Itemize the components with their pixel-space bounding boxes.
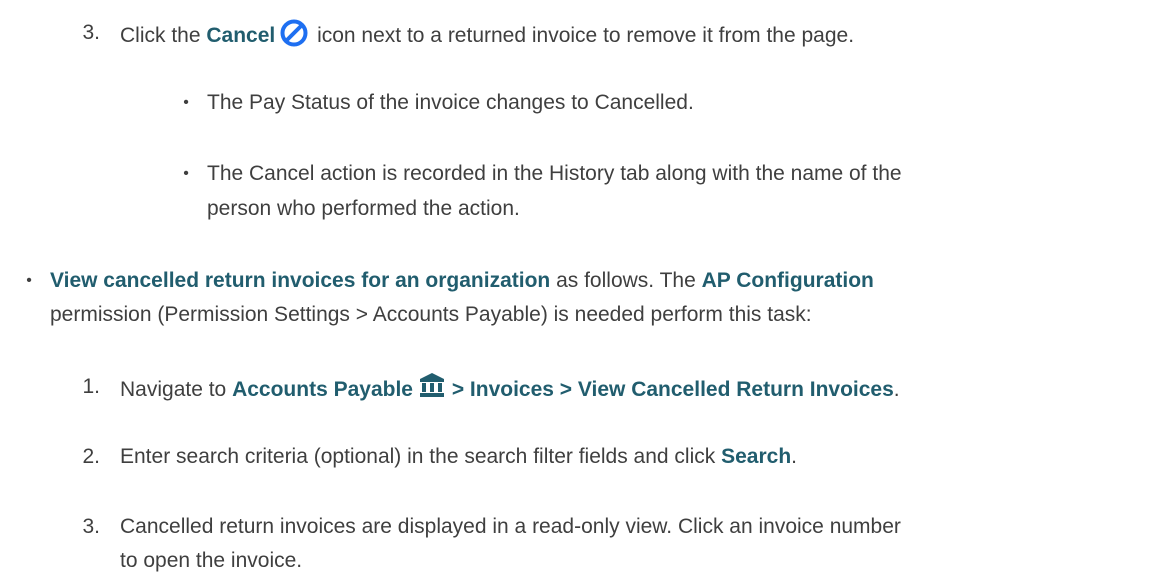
- list-item-text: The Cancel action is recorded in the His…: [207, 162, 902, 185]
- search-label: Search: [721, 445, 792, 468]
- step-number: 3.: [82, 21, 100, 44]
- step-text: Enter search criteria (optional) in the …: [120, 445, 797, 468]
- step-text: Navigate to Accounts Payable > Invoices …: [120, 372, 900, 407]
- step-number: 1.: [82, 375, 100, 398]
- cancel-label: Cancel: [206, 24, 276, 47]
- view-cancelled-text-continued: permission (Permission Settings > Accoun…: [50, 303, 812, 326]
- view-cancelled-link[interactable]: View cancelled return invoices for an or…: [50, 269, 550, 292]
- nav-accounts-payable: Accounts Payable: [232, 378, 413, 401]
- step-text-continued: to open the invoice.: [120, 549, 303, 572]
- step-number: 2.: [82, 445, 100, 468]
- list-item-text-continued: person who performed the action.: [207, 197, 520, 220]
- step-text: Click the Cancel icon next to a returned…: [120, 18, 854, 57]
- cancel-icon: [279, 18, 309, 57]
- step-number: 3.: [82, 515, 100, 538]
- bullet-marker: •: [183, 165, 189, 182]
- bank-icon: [419, 372, 445, 407]
- step-text: Cancelled return invoices are displayed …: [120, 515, 901, 538]
- list-item-text: The Pay Status of the invoice changes to…: [207, 91, 694, 114]
- permission-name: AP Configuration: [701, 269, 874, 292]
- nav-path: > Invoices > View Cancelled Return Invoi…: [445, 378, 894, 401]
- bullet-marker: •: [183, 94, 189, 111]
- bullet-marker: •: [26, 272, 32, 289]
